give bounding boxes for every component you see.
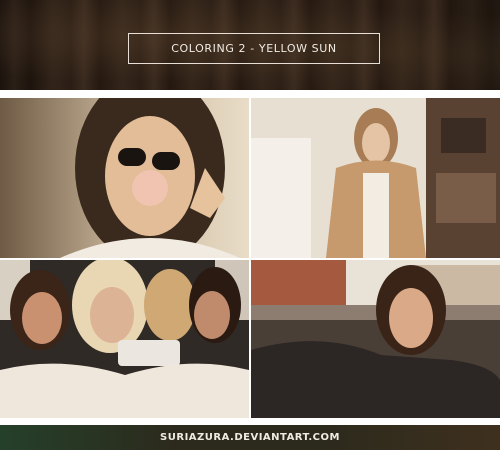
credit-link[interactable]: SURIAZURA.DEVIANTART.COM: [160, 432, 340, 443]
header-banner: COLORING 2 - YELLOW SUN: [0, 0, 500, 90]
photo-friends-phone: [0, 260, 249, 418]
page-title: COLORING 2 - YELLOW SUN: [171, 42, 337, 55]
footer-banner: SURIAZURA.DEVIANTART.COM: [0, 425, 500, 450]
photo-grid: [0, 98, 500, 418]
photo-bubblegum-sunglasses: [0, 98, 249, 258]
title-frame: COLORING 2 - YELLOW SUN: [128, 33, 380, 64]
photo-street-selfie: [251, 260, 500, 418]
photo-shopping-jacket: [251, 98, 500, 258]
